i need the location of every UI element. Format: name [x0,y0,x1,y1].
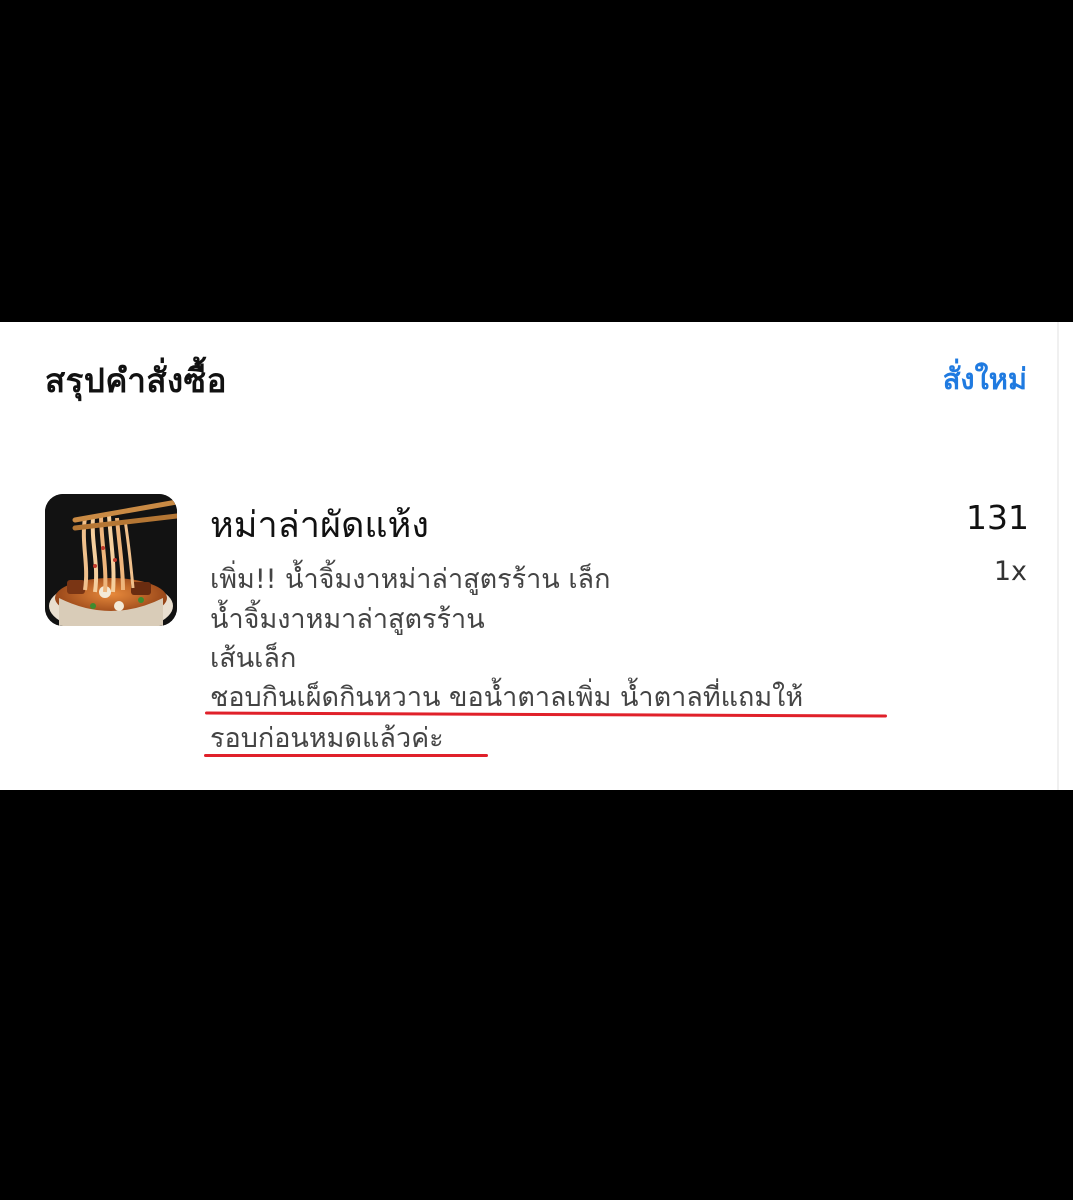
item-name: หม่าล่าผัดแห้ง [210,505,429,546]
item-thumbnail[interactable] [45,494,177,626]
order-summary-title: สรุปคำสั่งซื้อ [45,361,227,400]
highlight-underline [204,754,488,757]
noodle-dish-image [45,494,177,626]
item-note-line: รอบก่อนหมดแล้วค่ะ [210,723,444,754]
item-option: เส้นเล็ก [210,643,297,674]
reorder-button[interactable]: สั่งใหม่ [943,356,1027,402]
item-option: เพิ่ม!! น้ำจิ้มงาหม่าล่าสูตรร้าน เล็ก [210,564,611,595]
screen: สรุปคำสั่งซื้อ สั่งใหม่ หม่าล่าผัดแห้ง 1… [0,0,1073,1200]
order-summary-card: สรุปคำสั่งซื้อ สั่งใหม่ หม่าล่าผัดแห้ง 1… [0,322,1073,790]
item-quantity: 1x [993,556,1027,587]
item-price: 131 [966,498,1029,537]
item-option: น้ำจิ้มงาหมาล่าสูตรร้าน [210,604,485,635]
card-divider [1057,322,1059,790]
